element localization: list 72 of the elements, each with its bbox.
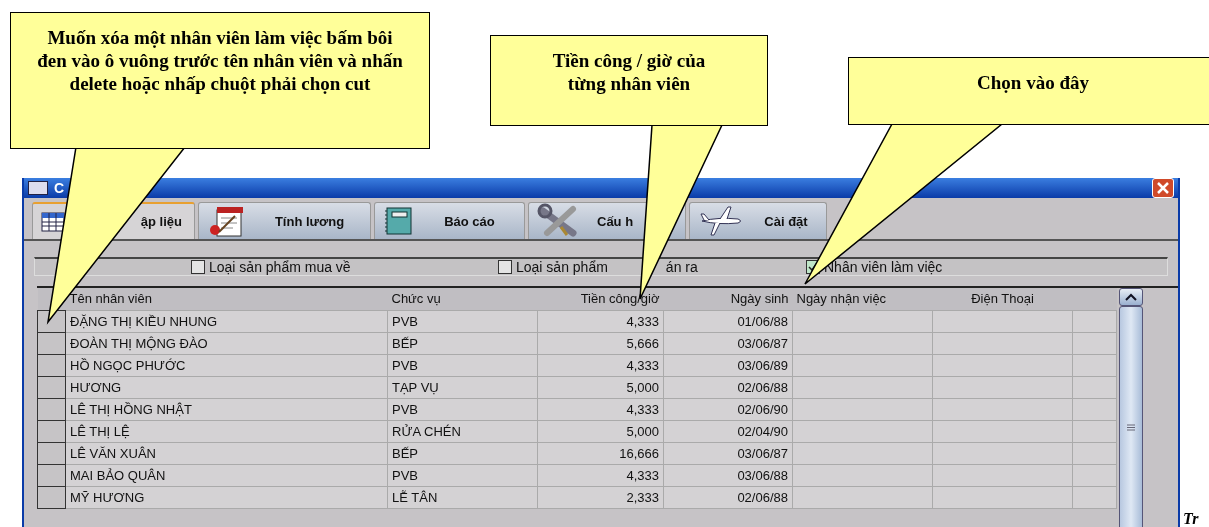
table-icon bbox=[41, 209, 67, 234]
table-cell: BẾP bbox=[392, 335, 418, 351]
tab[interactable]: Cài đặt bbox=[689, 202, 827, 239]
column-header: Tên nhân viên bbox=[69, 291, 152, 307]
table-cell: 02/06/88 bbox=[737, 379, 788, 395]
notebook-icon bbox=[383, 206, 413, 236]
page-text: Tr bbox=[1183, 510, 1199, 527]
row-selector[interactable] bbox=[37, 398, 66, 420]
table-cell: 4,333 bbox=[626, 467, 659, 483]
table-cell: 16,666 bbox=[619, 445, 659, 461]
row-selector[interactable] bbox=[37, 464, 66, 486]
table-cell: LÊ VĂN XUÂN bbox=[70, 445, 156, 461]
table-cell: RỬA CHÉN bbox=[392, 423, 461, 439]
checkbox[interactable] bbox=[191, 260, 205, 274]
table-cell: PVB bbox=[392, 313, 418, 329]
callout-text: Chọn vào đây bbox=[977, 72, 1089, 95]
tab[interactable]: Tính lương bbox=[198, 202, 371, 239]
caret-up-icon bbox=[1125, 293, 1137, 301]
table-cell: PVB bbox=[392, 467, 418, 483]
table-cell: 02/06/90 bbox=[737, 401, 788, 417]
table-cell: BẾP bbox=[392, 445, 418, 461]
window-icon bbox=[28, 181, 48, 195]
row-selector[interactable] bbox=[37, 376, 66, 398]
table-cell: MAI BẢO QUÂN bbox=[70, 467, 166, 483]
table-cell: ĐẶNG THỊ KIỀU NHUNG bbox=[70, 313, 218, 329]
table-cell: 01/06/88 bbox=[737, 313, 788, 329]
column-header: Tiền công/giờ bbox=[580, 291, 660, 307]
table-cell: 2,333 bbox=[626, 489, 659, 505]
row-selector[interactable] bbox=[37, 486, 66, 508]
close-button[interactable] bbox=[1152, 178, 1174, 198]
table-cell: 5,000 bbox=[626, 379, 659, 395]
scroll-thumb[interactable] bbox=[1119, 306, 1143, 527]
column-header: Ngày nhận việc bbox=[796, 291, 887, 307]
table-cell: 03/06/87 bbox=[737, 445, 788, 461]
table-cell: LÊ THỊ HỒNG NHẬT bbox=[70, 401, 192, 417]
table-cell: 02/06/88 bbox=[737, 489, 788, 505]
table-cell: 4,333 bbox=[626, 357, 659, 373]
table-cell: PVB bbox=[392, 401, 418, 417]
table-cell: 4,333 bbox=[626, 313, 659, 329]
table-cell: LÊ THỊ LỆ bbox=[70, 423, 130, 439]
checkbox-label: Loại sản phẩm mua về bbox=[209, 259, 351, 275]
row-selector[interactable] bbox=[37, 442, 66, 464]
table-cell: 03/06/88 bbox=[737, 467, 788, 483]
scroll-up-button[interactable] bbox=[1119, 288, 1143, 306]
table-cell: 5,666 bbox=[626, 335, 659, 351]
table-cell: TẠP VỤ bbox=[392, 379, 439, 395]
table-cell: 03/06/89 bbox=[737, 357, 788, 373]
close-icon bbox=[1157, 182, 1169, 194]
airplane-icon bbox=[698, 205, 744, 237]
tab[interactable]: Báo cáo bbox=[374, 202, 525, 239]
table-cell: 5,000 bbox=[626, 423, 659, 439]
table-cell: HỒ NGỌC PHƯỚC bbox=[70, 357, 186, 373]
table-cell: ĐOÀN THỊ MỘNG ĐÀO bbox=[70, 335, 208, 351]
table-cell: 02/04/90 bbox=[737, 423, 788, 439]
table-cell: MỸ HƯƠNG bbox=[70, 489, 145, 505]
checkbox[interactable] bbox=[498, 260, 512, 274]
window-title: C bbox=[54, 180, 66, 196]
column-header: Điện Thoại bbox=[971, 291, 1034, 307]
table-cell: 4,333 bbox=[626, 401, 659, 417]
row-selector[interactable] bbox=[37, 354, 66, 376]
row-selector[interactable] bbox=[37, 332, 66, 354]
row-selector[interactable] bbox=[37, 420, 66, 442]
table-cell: LỄ TÂN bbox=[392, 489, 438, 505]
callout-text: Tiền công / giờ của từng nhân viên bbox=[551, 50, 707, 96]
checkbox-label: Loại sản phẩm bbox=[516, 259, 608, 275]
column-header: Chức vụ bbox=[391, 291, 441, 307]
callout-text: Muốn xóa một nhân viên làm việc bấm bôi đen vào ô vuông trước tên nhân viên và nhấn delete hoặc nhấp chuột phải chọn cut bbox=[36, 27, 404, 96]
column-header: Ngày sinh bbox=[730, 291, 789, 307]
table-cell: HƯƠNG bbox=[70, 379, 122, 395]
table-cell: 03/06/87 bbox=[737, 335, 788, 351]
table-cell: PVB bbox=[392, 357, 418, 373]
checkbox-label: án ra bbox=[665, 259, 698, 275]
